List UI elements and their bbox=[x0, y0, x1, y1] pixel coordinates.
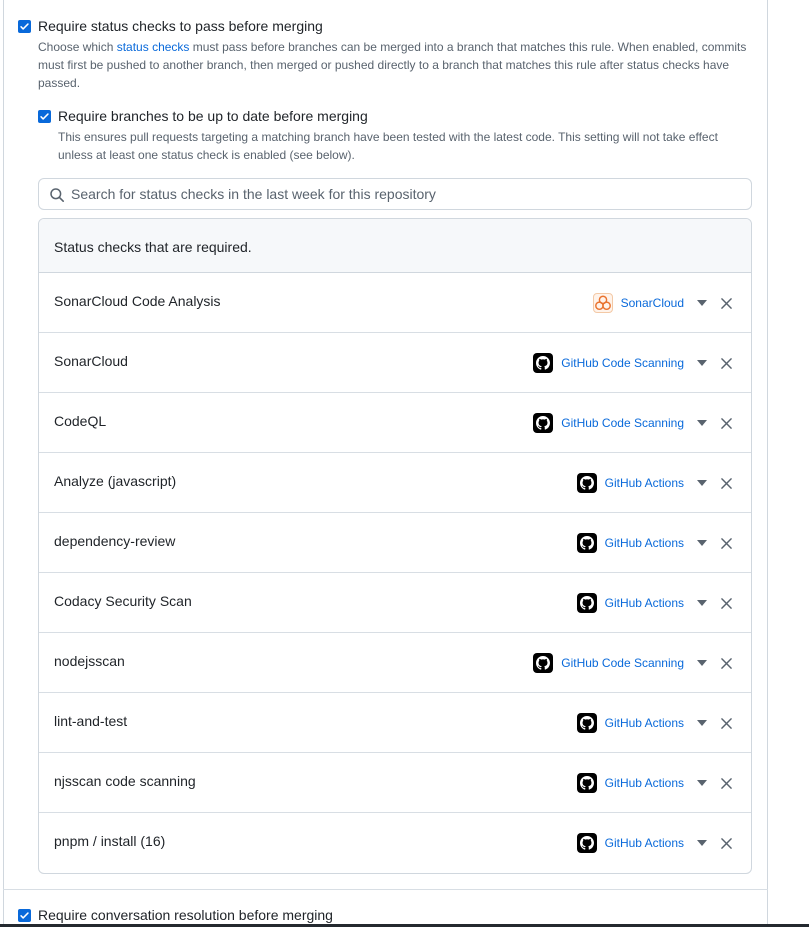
status-check-row: Analyze (javascript) GitHub Actions bbox=[39, 453, 751, 513]
status-check-name: SonarCloud Code Analysis bbox=[54, 293, 221, 309]
github-icon bbox=[533, 413, 554, 433]
required-checks-title: Status checks that are required. bbox=[54, 239, 252, 255]
triangle-down-icon[interactable] bbox=[697, 840, 707, 846]
sonarcloud-icon bbox=[592, 293, 613, 313]
close-icon[interactable] bbox=[721, 838, 732, 849]
close-icon[interactable] bbox=[721, 778, 732, 789]
close-icon[interactable] bbox=[721, 298, 732, 309]
status-checks-checkbox[interactable] bbox=[18, 20, 31, 33]
github-icon bbox=[576, 473, 597, 493]
checkmark-icon bbox=[20, 912, 29, 919]
close-icon[interactable] bbox=[721, 358, 732, 369]
triangle-down-icon[interactable] bbox=[697, 300, 707, 306]
status-check-app-name[interactable]: GitHub Code Scanning bbox=[561, 416, 684, 430]
github-icon bbox=[576, 533, 597, 553]
github-icon bbox=[576, 833, 597, 853]
up-to-date-label: Require branches to be up to date before… bbox=[58, 108, 368, 124]
conversation-resolution-checkbox[interactable] bbox=[18, 909, 31, 922]
status-check-app-name[interactable]: GitHub Actions bbox=[605, 536, 684, 550]
status-check-row: pnpm / install (16) GitHub Actions bbox=[39, 813, 751, 873]
close-icon[interactable] bbox=[721, 658, 732, 669]
status-check-name: CodeQL bbox=[54, 413, 107, 429]
triangle-down-icon[interactable] bbox=[697, 360, 707, 366]
status-check-app-name[interactable]: GitHub Actions bbox=[605, 776, 684, 790]
triangle-down-icon[interactable] bbox=[697, 660, 707, 666]
triangle-down-icon[interactable] bbox=[697, 720, 707, 726]
checkmark-icon bbox=[40, 113, 49, 120]
conversation-resolution-label: Require conversation resolution before m… bbox=[38, 907, 333, 923]
status-check-name: dependency-review bbox=[54, 533, 176, 549]
divider bbox=[3, 889, 768, 890]
status-check-app-name[interactable]: GitHub Actions bbox=[605, 716, 684, 730]
triangle-down-icon[interactable] bbox=[697, 420, 707, 426]
status-checks-link[interactable]: status checks bbox=[117, 40, 190, 54]
status-check-app[interactable]: GitHub Actions bbox=[576, 832, 684, 854]
status-check-app[interactable]: SonarCloud bbox=[592, 292, 684, 314]
status-check-app[interactable]: GitHub Actions bbox=[576, 532, 684, 554]
status-check-search[interactable] bbox=[38, 178, 752, 210]
status-check-row: njsscan code scanning GitHub Actions bbox=[39, 753, 751, 813]
close-icon[interactable] bbox=[721, 478, 732, 489]
required-checks-header: Status checks that are required. bbox=[39, 219, 751, 273]
status-check-name: Analyze (javascript) bbox=[54, 473, 177, 489]
status-check-app-name[interactable]: SonarCloud bbox=[621, 296, 684, 310]
status-check-app[interactable]: GitHub Code Scanning bbox=[533, 652, 684, 674]
status-check-row: Codacy Security Scan GitHub Actions bbox=[39, 573, 751, 633]
search-input[interactable] bbox=[71, 183, 731, 205]
required-checks-list: Status checks that are required. SonarCl… bbox=[38, 218, 752, 874]
search-icon bbox=[50, 188, 64, 202]
status-check-app-name[interactable]: GitHub Actions bbox=[605, 836, 684, 850]
status-check-app-name[interactable]: GitHub Code Scanning bbox=[561, 656, 684, 670]
status-check-app[interactable]: GitHub Actions bbox=[576, 712, 684, 734]
triangle-down-icon[interactable] bbox=[697, 480, 707, 486]
github-icon bbox=[576, 593, 597, 613]
status-check-row: SonarCloud Code Analysis SonarCloud bbox=[39, 273, 751, 333]
status-check-name: nodejsscan bbox=[54, 653, 125, 669]
github-icon bbox=[533, 653, 554, 673]
status-check-row: CodeQL GitHub Code Scanning bbox=[39, 393, 751, 453]
status-check-name: lint-and-test bbox=[54, 713, 128, 729]
github-icon bbox=[576, 773, 597, 793]
close-icon[interactable] bbox=[721, 598, 732, 609]
checkmark-icon bbox=[20, 23, 29, 30]
close-icon[interactable] bbox=[721, 418, 732, 429]
status-check-app[interactable]: GitHub Code Scanning bbox=[533, 412, 684, 434]
status-check-name: pnpm / install (16) bbox=[54, 833, 166, 849]
status-check-app[interactable]: GitHub Actions bbox=[576, 472, 684, 494]
triangle-down-icon[interactable] bbox=[697, 780, 707, 786]
up-to-date-checkbox[interactable] bbox=[38, 110, 51, 123]
status-check-app-name[interactable]: GitHub Code Scanning bbox=[561, 356, 684, 370]
close-icon[interactable] bbox=[721, 538, 732, 549]
github-icon bbox=[533, 353, 554, 373]
status-check-name: Codacy Security Scan bbox=[54, 593, 192, 609]
status-check-row: SonarCloud GitHub Code Scanning bbox=[39, 333, 751, 393]
status-check-app[interactable]: GitHub Code Scanning bbox=[533, 352, 684, 374]
status-check-row: dependency-review GitHub Actions bbox=[39, 513, 751, 573]
status-checks-description: Choose which status checks must pass bef… bbox=[38, 40, 747, 90]
status-check-app[interactable]: GitHub Actions bbox=[576, 772, 684, 794]
status-check-app[interactable]: GitHub Actions bbox=[576, 592, 684, 614]
status-checks-label: Require status checks to pass before mer… bbox=[38, 18, 323, 34]
status-check-app-name[interactable]: GitHub Actions bbox=[605, 476, 684, 490]
status-check-name: SonarCloud bbox=[54, 353, 128, 369]
triangle-down-icon[interactable] bbox=[697, 600, 707, 606]
status-check-row: nodejsscan GitHub Code Scanning bbox=[39, 633, 751, 693]
status-check-row: lint-and-test GitHub Actions bbox=[39, 693, 751, 753]
close-icon[interactable] bbox=[721, 718, 732, 729]
up-to-date-description: This ensures pull requests targeting a m… bbox=[58, 130, 718, 162]
status-check-name: njsscan code scanning bbox=[54, 773, 196, 789]
github-icon bbox=[576, 713, 597, 733]
status-check-app-name[interactable]: GitHub Actions bbox=[605, 596, 684, 610]
triangle-down-icon[interactable] bbox=[697, 540, 707, 546]
